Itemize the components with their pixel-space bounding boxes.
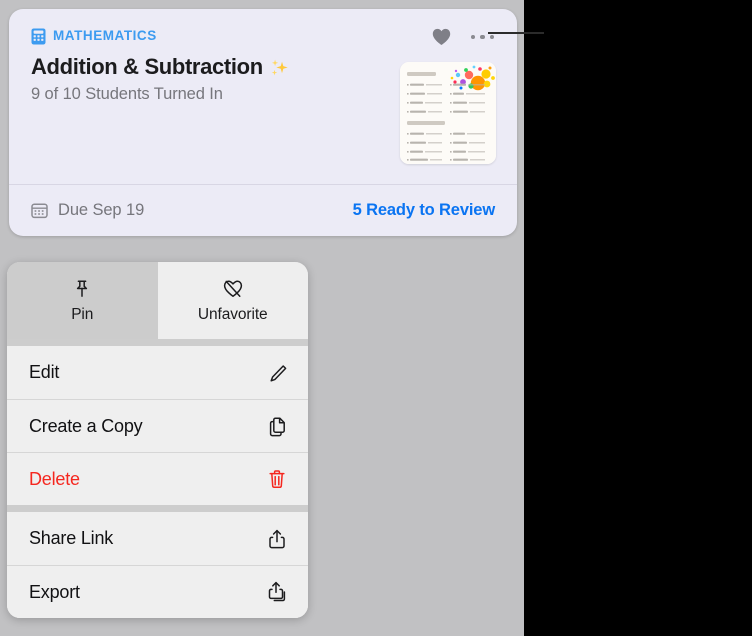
menu-item-edit[interactable]: Edit bbox=[7, 346, 308, 399]
ellipsis-dot bbox=[480, 34, 485, 40]
callout-leader-line bbox=[488, 32, 544, 34]
menu-action-pin[interactable]: Pin bbox=[7, 262, 158, 339]
heart-filled-icon[interactable] bbox=[432, 28, 451, 46]
heart-slash-icon bbox=[223, 280, 242, 297]
assignment-card-body: MATHEMATICS Addition & Subtraction 9 of … bbox=[9, 9, 517, 184]
calendar-icon bbox=[31, 203, 48, 219]
menu-action-unfavorite-label: Unfavorite bbox=[197, 305, 268, 323]
menu-item-share-link[interactable]: Share Link bbox=[7, 512, 308, 565]
menu-item-edit-label: Edit bbox=[29, 362, 60, 382]
pin-icon bbox=[77, 279, 88, 297]
menu-item-export[interactable]: Export bbox=[7, 565, 308, 618]
due-date-group: Due Sep 19 bbox=[31, 201, 144, 220]
worksheet-thumbnail-art bbox=[400, 62, 496, 164]
menu-item-delete-label: Delete bbox=[29, 468, 80, 489]
menu-item-share-link-label: Share Link bbox=[29, 528, 114, 548]
more-options-button[interactable] bbox=[470, 28, 494, 46]
menu-group-2: Share Link Export bbox=[7, 512, 308, 618]
menu-item-export-label: Export bbox=[29, 581, 80, 602]
menu-action-unfavorite[interactable]: Unfavorite bbox=[157, 262, 308, 339]
export-icon bbox=[268, 581, 286, 602]
duplicate-icon bbox=[269, 417, 285, 437]
menu-item-delete[interactable]: Delete bbox=[7, 452, 308, 505]
ellipsis-dot bbox=[470, 34, 475, 40]
calculator-icon bbox=[31, 28, 46, 44]
share-icon bbox=[269, 529, 285, 548]
subject-label: MATHEMATICS bbox=[53, 28, 157, 44]
menu-item-create-a-copy-label: Create a Copy bbox=[29, 415, 143, 436]
ellipsis-dot bbox=[489, 34, 494, 40]
ready-to-review-link[interactable]: 5 Ready to Review bbox=[353, 201, 495, 220]
screenshot-root: MATHEMATICS Addition & Subtraction 9 of … bbox=[0, 0, 752, 636]
menu-group-separator bbox=[7, 505, 308, 512]
assignment-card[interactable]: MATHEMATICS Addition & Subtraction 9 of … bbox=[9, 9, 517, 236]
assignment-card-footer: Due Sep 19 5 Ready to Review bbox=[9, 184, 517, 236]
worksheet-thumbnail[interactable] bbox=[400, 62, 496, 164]
menu-group-1: Edit Create a Copy Delete bbox=[7, 346, 308, 505]
trash-icon bbox=[269, 470, 285, 489]
menu-group-separator bbox=[7, 339, 308, 346]
sparkles-icon bbox=[271, 59, 288, 75]
due-date-label: Due Sep 19 bbox=[58, 201, 145, 219]
card-actions bbox=[432, 28, 494, 46]
menu-item-create-a-copy[interactable]: Create a Copy bbox=[7, 399, 308, 452]
subject-row: MATHEMATICS bbox=[31, 27, 495, 45]
pencil-icon bbox=[270, 364, 287, 382]
context-menu: Pin Unfavorite Edit Create a Copy Delete… bbox=[7, 262, 308, 618]
menu-action-pin-label: Pin bbox=[71, 305, 94, 323]
page-title: Addition & Subtraction bbox=[31, 54, 263, 79]
context-menu-top-actions: Pin Unfavorite bbox=[7, 262, 308, 339]
